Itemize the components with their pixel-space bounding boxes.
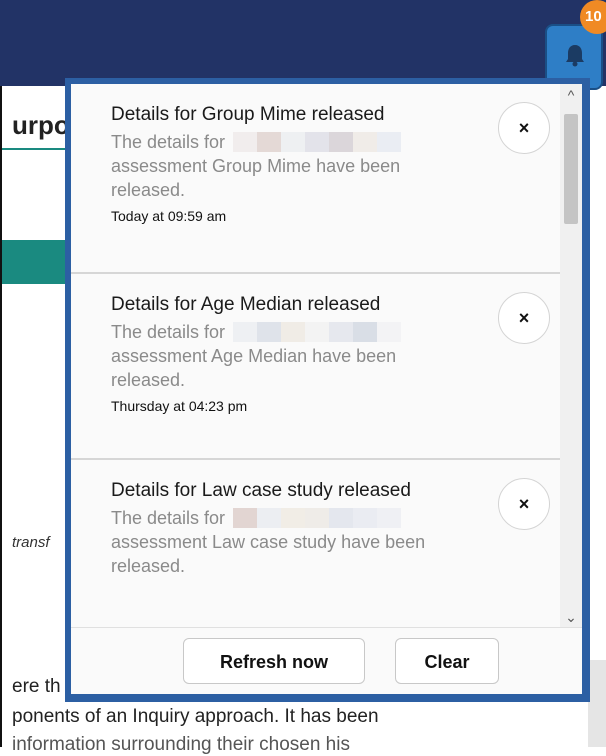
- notification-body-lead: The details for: [111, 508, 226, 528]
- page-edge: [0, 86, 2, 747]
- top-navigation-bar: [0, 0, 606, 86]
- scroll-down-icon[interactable]: ⌄: [560, 606, 582, 628]
- notification-footer: Refresh now Clear: [71, 627, 582, 694]
- bell-icon: [566, 45, 584, 67]
- notification-title: Details for Law case study released: [111, 480, 411, 501]
- scroll-thumb[interactable]: [564, 114, 578, 224]
- notifications-panel: Details for Group Mime released The deta…: [65, 78, 590, 702]
- paragraph-line: information surrounding their chosen his: [12, 734, 350, 755]
- notification-title: Details for Group Mime released: [111, 104, 385, 125]
- redacted-text: [233, 508, 402, 528]
- dismiss-notification-button[interactable]: ×: [498, 292, 550, 344]
- italic-text-fragment: transf: [12, 534, 50, 551]
- refresh-now-button[interactable]: Refresh now: [183, 638, 365, 684]
- notification-body-text: assessment Group Mime have been released…: [111, 156, 401, 200]
- notification-count-badge: 10: [580, 0, 606, 34]
- notification-title: Details for Age Median released: [111, 294, 381, 315]
- notification-item: Details for Law case study released The …: [71, 460, 560, 628]
- notification-time: Today at 09:59 am: [111, 208, 227, 224]
- notification-scrollbar[interactable]: ^ ⌄: [560, 84, 582, 628]
- notification-body-text: assessment Age Median have been released…: [111, 346, 397, 390]
- clear-button[interactable]: Clear: [395, 638, 499, 684]
- dismiss-notification-button[interactable]: ×: [498, 478, 550, 530]
- notification-list: Details for Group Mime released The deta…: [71, 84, 560, 628]
- page-title: urpo: [12, 110, 70, 140]
- notification-body-lead: The details for: [111, 322, 226, 342]
- paragraph-line: ponents of an Inquiry approach. It has b…: [12, 706, 379, 727]
- notification-body: The details for assessment Group Mime ha…: [111, 130, 470, 202]
- notification-body: The details for assessment Law case stud…: [111, 506, 470, 578]
- redacted-text: [233, 322, 402, 342]
- notification-item: Details for Group Mime released The deta…: [71, 84, 560, 274]
- notification-body: The details for assessment Age Median ha…: [111, 320, 470, 392]
- notification-body-lead: The details for: [111, 132, 226, 152]
- notifications-panel-body: Details for Group Mime released The deta…: [71, 84, 582, 694]
- notification-time: Thursday at 04:23 pm: [111, 398, 248, 414]
- scroll-up-icon[interactable]: ^: [560, 84, 582, 106]
- notification-body-text: assessment Law case study have been rele…: [111, 532, 426, 576]
- notification-item: Details for Age Median released The deta…: [71, 274, 560, 460]
- paragraph-line: ere th: [12, 676, 61, 697]
- dismiss-notification-button[interactable]: ×: [498, 102, 550, 154]
- page-scrollbar[interactable]: [588, 660, 606, 747]
- redacted-text: [233, 132, 402, 152]
